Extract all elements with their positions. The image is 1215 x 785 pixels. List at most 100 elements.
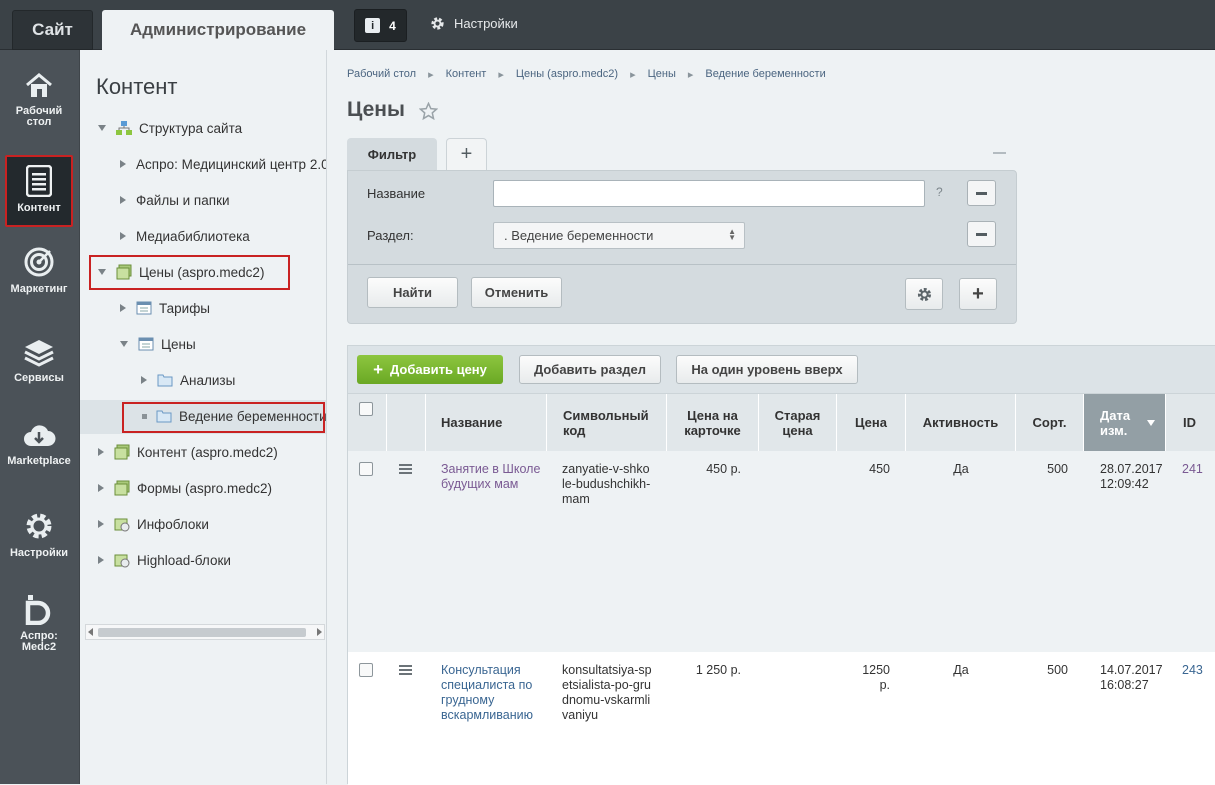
- notifications-button[interactable]: i 4: [354, 9, 407, 42]
- row-checkbox[interactable]: [359, 663, 373, 677]
- tree-horizontal-scrollbar[interactable]: [85, 624, 325, 640]
- site-tab[interactable]: Сайт: [12, 10, 93, 50]
- level-up-button[interactable]: На один уровень вверх: [676, 355, 858, 384]
- tree-node-content-aspro[interactable]: Контент (aspro.medc2): [98, 442, 278, 462]
- sort-desc-icon: [1147, 420, 1155, 426]
- row-name-link[interactable]: Консультация специалиста по грудному вск…: [441, 663, 549, 723]
- row-card-price: 1 250 р.: [695, 663, 741, 677]
- row-name-link[interactable]: Занятие в Школе будущих мам: [441, 462, 549, 492]
- header-name[interactable]: Название: [426, 394, 547, 451]
- tree-node-site-structure[interactable]: Структура сайта: [98, 118, 242, 138]
- header-card-price[interactable]: Цена на карточке: [667, 394, 759, 451]
- filter-minimize-icon[interactable]: [993, 152, 1006, 154]
- rail-item-services[interactable]: Сервисы: [5, 337, 73, 384]
- breadcrumb-item[interactable]: Ведение беременности: [705, 68, 825, 81]
- favorite-star-icon[interactable]: [419, 102, 438, 120]
- plus-icon: +: [373, 359, 384, 379]
- rail-label-aspro: Аспро: Medc2: [20, 630, 58, 653]
- breadcrumb-item[interactable]: Цены (aspro.medc2): [516, 68, 618, 81]
- row-card-price: 450 р.: [706, 462, 741, 476]
- expand-arrow-icon[interactable]: [120, 160, 126, 168]
- tree-node-files-folders[interactable]: Файлы и папки: [120, 190, 230, 210]
- rail-item-desktop[interactable]: Рабочий стол: [5, 72, 73, 128]
- scrollbar-thumb[interactable]: [98, 628, 306, 637]
- header-sort[interactable]: Сорт.: [1016, 394, 1084, 451]
- tree-title: Контент: [96, 74, 178, 99]
- row-code: konsultatsiya-spetsialista-po-grudnomu-v…: [562, 663, 652, 722]
- scroll-left-arrow-icon[interactable]: [88, 628, 93, 636]
- filter-settings-button[interactable]: [905, 278, 943, 310]
- tree-node-tariffs[interactable]: Тарифы: [120, 298, 210, 318]
- expand-arrow-icon[interactable]: [98, 484, 104, 492]
- select-all-checkbox[interactable]: [359, 402, 373, 416]
- expand-arrow-icon[interactable]: [120, 196, 126, 204]
- filter-add-field-button[interactable]: +: [959, 278, 997, 310]
- settings-link[interactable]: Настройки: [430, 16, 518, 31]
- tree-node-highload[interactable]: Highload-блоки: [98, 550, 231, 570]
- header-active[interactable]: Активность: [906, 394, 1016, 451]
- table-row[interactable]: Занятие в Школе будущих мам zanyatie-v-s…: [348, 451, 1215, 652]
- rail-item-content[interactable]: Контент: [5, 155, 73, 227]
- collapse-arrow-icon[interactable]: [98, 125, 106, 131]
- admin-tab[interactable]: Администрирование: [102, 10, 334, 50]
- document-icon: [26, 165, 52, 197]
- header-date-sorted[interactable]: Дата изм.: [1084, 394, 1166, 451]
- header-date-label: Дата изм.: [1100, 407, 1131, 438]
- tree-node-label: Инфоблоки: [137, 516, 209, 532]
- rail-item-aspro[interactable]: Аспро: Medc2: [5, 593, 73, 653]
- rail-label-settings: Настройки: [9, 547, 69, 559]
- tree-node-media-library[interactable]: Медиабиблиотека: [120, 226, 250, 246]
- iblock-list-icon: [138, 337, 154, 351]
- filter-add-tab-button[interactable]: +: [446, 138, 487, 170]
- table-row[interactable]: Консультация специалиста по грудному вск…: [348, 652, 1215, 785]
- tree-node-analyses[interactable]: Анализы: [141, 370, 235, 390]
- breadcrumb-item[interactable]: Контент: [446, 68, 487, 81]
- tree-node-forms-aspro[interactable]: Формы (aspro.medc2): [98, 478, 272, 498]
- top-bar: Сайт Администрирование i 4 Настройки: [0, 0, 1215, 50]
- expand-arrow-icon[interactable]: [141, 376, 147, 384]
- folder-icon: [157, 374, 173, 387]
- aspro-logo-icon: [25, 595, 51, 625]
- tree-node-label: Цены: [161, 336, 196, 352]
- row-id-link[interactable]: 243: [1182, 663, 1212, 678]
- row-menu-icon[interactable]: [399, 665, 412, 677]
- expand-arrow-icon[interactable]: [98, 520, 104, 528]
- filter-tab[interactable]: Фильтр: [347, 138, 437, 171]
- header-old-price[interactable]: Старая цена: [759, 394, 837, 451]
- notification-icon: i: [365, 18, 381, 33]
- rail-item-marketing[interactable]: Маркетинг: [5, 246, 73, 295]
- add-price-button[interactable]: + Добавить цену: [357, 355, 503, 384]
- cancel-button[interactable]: Отменить: [471, 277, 562, 308]
- expand-arrow-icon[interactable]: [98, 448, 104, 456]
- filter-help-icon[interactable]: ?: [936, 185, 943, 199]
- collapse-arrow-icon[interactable]: [120, 341, 128, 347]
- header-price[interactable]: Цена: [837, 394, 906, 451]
- expand-arrow-icon[interactable]: [98, 556, 104, 564]
- scroll-right-arrow-icon[interactable]: [317, 628, 322, 636]
- tree-node-aspro-medcenter[interactable]: Аспро: Медицинский центр 2.0: [120, 154, 326, 174]
- filter-section-select[interactable]: . Ведение беременности ▲ ▼: [493, 222, 745, 249]
- header-code[interactable]: Символьный код: [547, 394, 667, 451]
- row-checkbox[interactable]: [359, 462, 373, 476]
- row-id-link[interactable]: 241: [1182, 462, 1212, 477]
- select-arrows-icon: ▲ ▼: [728, 227, 736, 242]
- row-date: 14.07.2017 16:08:27: [1100, 663, 1163, 692]
- tree-node-label: Тарифы: [159, 300, 211, 316]
- rail-item-settings[interactable]: Настройки: [5, 510, 73, 559]
- breadcrumb-separator-icon: ▸: [687, 69, 694, 81]
- find-button[interactable]: Найти: [367, 277, 458, 308]
- filter-remove-name-button[interactable]: [967, 180, 996, 206]
- expand-arrow-icon[interactable]: [120, 304, 126, 312]
- tree-node-prices-iblock[interactable]: Цены: [120, 334, 196, 354]
- breadcrumb-item[interactable]: Рабочий стол: [347, 68, 416, 81]
- row-menu-icon[interactable]: [399, 464, 412, 476]
- filter-remove-section-button[interactable]: [967, 221, 996, 247]
- rail-item-marketplace[interactable]: Marketplace: [5, 422, 73, 467]
- breadcrumb-item[interactable]: Цены: [648, 68, 676, 81]
- expand-arrow-icon[interactable]: [120, 232, 126, 240]
- filter-name-input[interactable]: [493, 180, 925, 207]
- header-id[interactable]: ID: [1166, 394, 1215, 451]
- tree-node-infoblocks[interactable]: Инфоблоки: [98, 514, 209, 534]
- add-section-button[interactable]: Добавить раздел: [519, 355, 661, 384]
- site-structure-icon: [116, 121, 132, 135]
